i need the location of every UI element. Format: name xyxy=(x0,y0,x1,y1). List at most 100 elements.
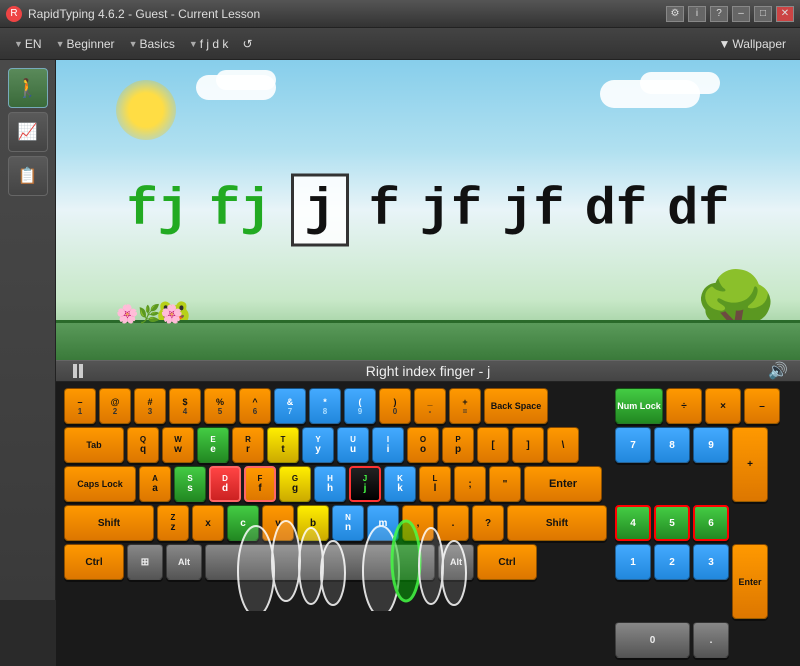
key-m[interactable]: m xyxy=(367,505,399,541)
key-r[interactable]: Rr xyxy=(232,427,264,463)
key-ampersand[interactable]: &7 xyxy=(274,388,306,424)
key-percent[interactable]: %5 xyxy=(204,388,236,424)
key-semicolon[interactable]: ; xyxy=(454,466,486,502)
key-numdiv[interactable]: ÷ xyxy=(666,388,702,424)
key-num8[interactable]: 8 xyxy=(654,427,690,463)
key-x[interactable]: x xyxy=(192,505,224,541)
key-plus[interactable]: += xyxy=(449,388,481,424)
sidebar-item-stats[interactable]: 📈 xyxy=(8,112,48,152)
key-b[interactable]: b xyxy=(297,505,329,541)
settings-icon[interactable]: ⚙ xyxy=(666,6,684,22)
key-quote[interactable]: " xyxy=(489,466,521,502)
char-jf-2: jf xyxy=(502,181,564,240)
lesson-selector[interactable]: ▼ Basics xyxy=(123,35,181,53)
key-backslash[interactable]: \ xyxy=(547,427,579,463)
refresh-button[interactable]: ↺ xyxy=(236,35,258,53)
key-v[interactable]: v xyxy=(262,505,294,541)
key-tab[interactable]: Tab xyxy=(64,427,124,463)
main-area: 🚶 📈 📋 🌳 🐸 🌸🌿🌸 xyxy=(0,60,800,600)
char-df-1: df xyxy=(585,181,647,240)
asdf-row: Caps Lock Aa Ss Dd Ff Gg Hh Jj Kk Ll ; "… xyxy=(64,466,607,502)
keys-selector[interactable]: ▼ f j d k xyxy=(183,35,235,53)
key-rshift[interactable]: Shift xyxy=(507,505,607,541)
key-space[interactable] xyxy=(205,544,435,580)
info-icon[interactable]: i xyxy=(688,6,706,22)
window-title: RapidTyping 4.6.2 - Guest - Current Less… xyxy=(28,7,260,21)
key-numdel[interactable]: . xyxy=(693,622,729,658)
key-d[interactable]: Dd xyxy=(209,466,241,502)
key-underscore[interactable]: _- xyxy=(414,388,446,424)
sidebar-item-lessons[interactable]: 📋 xyxy=(8,156,48,196)
key-num5[interactable]: 5 xyxy=(654,505,690,541)
key-lshift[interactable]: Shift xyxy=(64,505,154,541)
key-w[interactable]: Ww xyxy=(162,427,194,463)
key-hash[interactable]: #3 xyxy=(134,388,166,424)
keyboard-area: –1 @2 #3 $4 %5 ^6 &7 *8 (9 )0 _- += Back… xyxy=(56,382,800,666)
key-e[interactable]: Ee xyxy=(197,427,229,463)
key-num4[interactable]: 4 xyxy=(615,505,651,541)
key-c[interactable]: c xyxy=(227,505,259,541)
key-num2[interactable]: 2 xyxy=(654,544,690,580)
key-lparen[interactable]: (9 xyxy=(344,388,376,424)
maximize-button[interactable]: □ xyxy=(754,6,772,22)
key-numenter[interactable]: Enter xyxy=(732,544,768,619)
key-u[interactable]: Uu xyxy=(337,427,369,463)
key-minus[interactable]: –1 xyxy=(64,388,96,424)
key-p[interactable]: Pp xyxy=(442,427,474,463)
key-slash[interactable]: ? xyxy=(472,505,504,541)
key-rbracket[interactable]: ] xyxy=(512,427,544,463)
pause-bar-1 xyxy=(73,364,77,378)
sidebar-item-typing[interactable]: 🚶 xyxy=(8,68,48,108)
key-capslock[interactable]: Caps Lock xyxy=(64,466,136,502)
key-lwin[interactable]: ⊞ xyxy=(127,544,163,580)
key-num6[interactable]: 6 xyxy=(693,505,729,541)
key-z[interactable]: Zz xyxy=(157,505,189,541)
key-num7[interactable]: 7 xyxy=(615,427,651,463)
language-selector[interactable]: ▼ EN xyxy=(8,35,48,53)
key-l[interactable]: Ll xyxy=(419,466,451,502)
key-lbracket[interactable]: [ xyxy=(477,427,509,463)
key-h[interactable]: Hh xyxy=(314,466,346,502)
key-q[interactable]: Qq xyxy=(127,427,159,463)
key-nummul[interactable]: × xyxy=(705,388,741,424)
key-i[interactable]: Ii xyxy=(372,427,404,463)
key-num9[interactable]: 9 xyxy=(693,427,729,463)
key-num3[interactable]: 3 xyxy=(693,544,729,580)
help-icon[interactable]: ? xyxy=(710,6,728,22)
zxcv-row: Shift Zz x c v b Nn m , . ? Shift xyxy=(64,505,607,541)
key-numadd[interactable]: + xyxy=(732,427,768,502)
key-backspace[interactable]: Back Space xyxy=(484,388,548,424)
key-lalt[interactable]: Alt xyxy=(166,544,202,580)
key-period[interactable]: . xyxy=(437,505,469,541)
key-caret[interactable]: ^6 xyxy=(239,388,271,424)
volume-icon[interactable]: 🔊 xyxy=(768,361,788,381)
key-s[interactable]: Ss xyxy=(174,466,206,502)
close-button[interactable]: ✕ xyxy=(776,6,794,22)
key-t[interactable]: Tt xyxy=(267,427,299,463)
key-num0[interactable]: 0 xyxy=(615,622,690,658)
key-numlock[interactable]: Num Lock xyxy=(615,388,663,424)
key-ralt[interactable]: Alt xyxy=(438,544,474,580)
key-o[interactable]: Oo xyxy=(407,427,439,463)
key-n[interactable]: Nn xyxy=(332,505,364,541)
key-j[interactable]: Jj xyxy=(349,466,381,502)
key-a[interactable]: Aa xyxy=(139,466,171,502)
key-rparen[interactable]: )0 xyxy=(379,388,411,424)
key-f[interactable]: Ff xyxy=(244,466,276,502)
key-k[interactable]: Kk xyxy=(384,466,416,502)
key-g[interactable]: Gg xyxy=(279,466,311,502)
key-at[interactable]: @2 xyxy=(99,388,131,424)
pause-button[interactable] xyxy=(68,361,88,381)
minimize-button[interactable]: – xyxy=(732,6,750,22)
key-asterisk[interactable]: *8 xyxy=(309,388,341,424)
wallpaper-button[interactable]: ▼ Wallpaper xyxy=(713,35,792,53)
key-comma[interactable]: , xyxy=(402,505,434,541)
key-num1[interactable]: 1 xyxy=(615,544,651,580)
key-lctrl[interactable]: Ctrl xyxy=(64,544,124,580)
key-rctrl[interactable]: Ctrl xyxy=(477,544,537,580)
key-numsub[interactable]: – xyxy=(744,388,780,424)
key-y[interactable]: Yy xyxy=(302,427,334,463)
key-dollar[interactable]: $4 xyxy=(169,388,201,424)
level-selector[interactable]: ▼ Beginner xyxy=(50,35,121,53)
key-enter[interactable]: Enter xyxy=(524,466,602,502)
